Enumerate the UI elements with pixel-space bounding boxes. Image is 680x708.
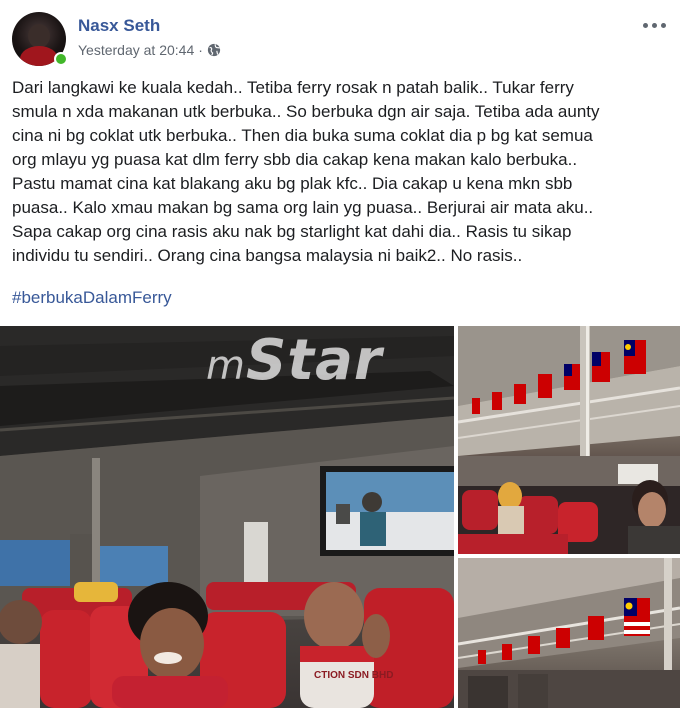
- watermark-main: Star: [245, 328, 383, 393]
- photo-ferry-cabin[interactable]: CTION SDN BHD mStar: [0, 326, 454, 708]
- post-text-line: org mlayu yg puasa kat dlm ferry sbb dia…: [12, 150, 578, 169]
- photo-flags-cabin[interactable]: [458, 326, 680, 554]
- globe-icon[interactable]: [207, 43, 221, 57]
- photo-grid: CTION SDN BHD mStar: [0, 326, 680, 708]
- more-dot: [651, 22, 657, 28]
- meta-separator: ·: [198, 42, 203, 58]
- shirt-print-text: CTION SDN BHD: [314, 670, 393, 681]
- flags-cabin-illustration: [458, 326, 680, 554]
- author-name[interactable]: Nasx Seth: [78, 16, 160, 36]
- post-timestamp[interactable]: Yesterday at 20:44: [78, 42, 194, 58]
- post-meta: Yesterday at 20:44 ·: [78, 42, 221, 58]
- post-text-line: puasa.. Kalo xmau makan bg sama org lain…: [12, 198, 594, 217]
- post-text-line: smula n xda makanan utk berbuka.. So ber…: [12, 102, 600, 121]
- hashtag-link[interactable]: #berbukaDalamFerry: [12, 288, 172, 308]
- watermark-prefix: m: [206, 343, 246, 389]
- post-text-line: Sapa cakap org cina rasis aku nak bg sta…: [12, 222, 572, 241]
- post-text-line: Dari langkawi ke kuala kedah.. Tetiba fe…: [12, 78, 574, 97]
- post-text-line: cina ni bg coklat utk berbuka.. Then dia…: [12, 126, 593, 145]
- avatar-face: [28, 24, 50, 48]
- mstar-watermark: mStar: [206, 328, 382, 393]
- more-dot: [660, 22, 666, 28]
- post-text-line: Pastu mamat cina kat blakang aku bg plak…: [12, 174, 573, 193]
- facebook-post: Nasx Seth Yesterday at 20:44 · Dari lang…: [0, 0, 680, 708]
- photo-ferry-ceiling[interactable]: [458, 558, 680, 708]
- post-header: Nasx Seth Yesterday at 20:44 ·: [12, 12, 668, 66]
- online-status-icon: [54, 52, 68, 66]
- ferry-ceiling-illustration: [458, 558, 680, 708]
- avatar-body: [20, 46, 58, 66]
- more-options-icon[interactable]: [640, 18, 668, 32]
- post-text-line: individu tu sendiri.. Orang cina bangsa …: [12, 246, 523, 265]
- post-body-text: Dari langkawi ke kuala kedah.. Tetiba fe…: [12, 76, 672, 268]
- more-dot: [642, 22, 648, 28]
